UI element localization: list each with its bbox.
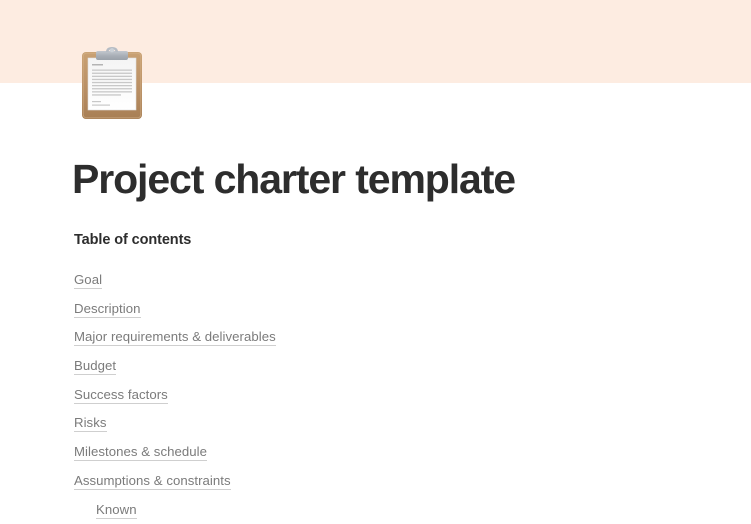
- toc-link[interactable]: Assumptions & constraints: [74, 473, 231, 490]
- toc-link[interactable]: Success factors: [74, 387, 168, 404]
- toc-link[interactable]: Known: [96, 502, 137, 519]
- toc-link[interactable]: Budget: [74, 358, 116, 375]
- toc-item: Risks: [74, 409, 494, 438]
- toc-item: Milestones & schedule: [74, 438, 494, 467]
- toc-link[interactable]: Description: [74, 301, 141, 318]
- toc-link[interactable]: Risks: [74, 415, 107, 432]
- page-title: Project charter template: [72, 155, 515, 203]
- toc-item: Goal: [74, 266, 494, 295]
- toc-heading: Table of contents: [74, 231, 494, 249]
- toc-item: Assumptions & constraints: [74, 467, 494, 496]
- toc-item: Known: [74, 496, 494, 524]
- toc-list: Goal Description Major requirements & deli…: [74, 266, 494, 524]
- toc-link[interactable]: Goal: [74, 272, 102, 289]
- toc-item: Major requirements & deliverables: [74, 323, 494, 352]
- toc-item: Budget: [74, 352, 494, 381]
- toc-link[interactable]: Major requirements & deliverables: [74, 329, 276, 346]
- toc-item: Description: [74, 295, 494, 324]
- table-of-contents: Table of contents Goal Description Major r…: [74, 231, 494, 524]
- clipboard-icon: [81, 46, 143, 120]
- toc-link[interactable]: Milestones & schedule: [74, 444, 207, 461]
- toc-item: Success factors: [74, 381, 494, 410]
- document-page: Project charter template Table of conten…: [0, 0, 751, 515]
